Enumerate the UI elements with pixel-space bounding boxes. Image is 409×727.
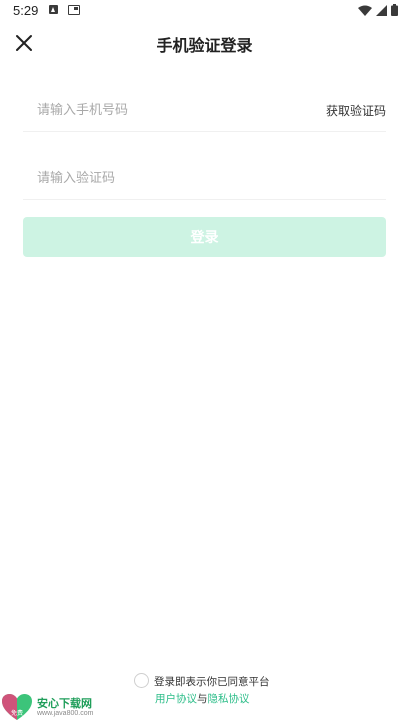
status-icons xyxy=(358,4,398,16)
watermark-title: 安心下载网 xyxy=(37,697,92,710)
heart-logo-icon: 免费 xyxy=(2,694,32,720)
wifi-icon xyxy=(358,5,372,16)
agreement-links: 用户协议与隐私协议 xyxy=(155,691,250,706)
code-field-row xyxy=(23,157,386,200)
agree-checkbox[interactable] xyxy=(134,673,149,688)
phone-field-row: 获取验证码 xyxy=(23,89,386,132)
agreement-connector: 与 xyxy=(197,693,208,705)
watermark-badge: 免费 xyxy=(11,709,23,717)
privacy-agreement-link[interactable]: 隐私协议 xyxy=(208,693,250,705)
screen-card-icon xyxy=(68,5,80,15)
a-notification-icon xyxy=(49,5,58,14)
page-title: 手机验证登录 xyxy=(156,36,253,55)
get-code-button[interactable]: 获取验证码 xyxy=(326,102,386,119)
signal-icon xyxy=(376,4,387,16)
code-input[interactable] xyxy=(37,157,317,199)
battery-icon xyxy=(391,4,398,16)
login-button[interactable]: 登录 xyxy=(23,217,386,257)
header: 手机验证登录 xyxy=(0,24,409,64)
user-agreement-link[interactable]: 用户协议 xyxy=(155,693,197,705)
watermark-logo: 免费 安心下载网 www.java800.com xyxy=(0,693,110,723)
phone-input[interactable] xyxy=(37,89,317,131)
status-time: 5:29 xyxy=(13,3,39,18)
watermark-url: www.java800.com xyxy=(37,710,94,717)
agreement-text: 登录即表示你已同意平台 xyxy=(154,676,270,688)
status-bar: 5:29 xyxy=(0,0,409,24)
